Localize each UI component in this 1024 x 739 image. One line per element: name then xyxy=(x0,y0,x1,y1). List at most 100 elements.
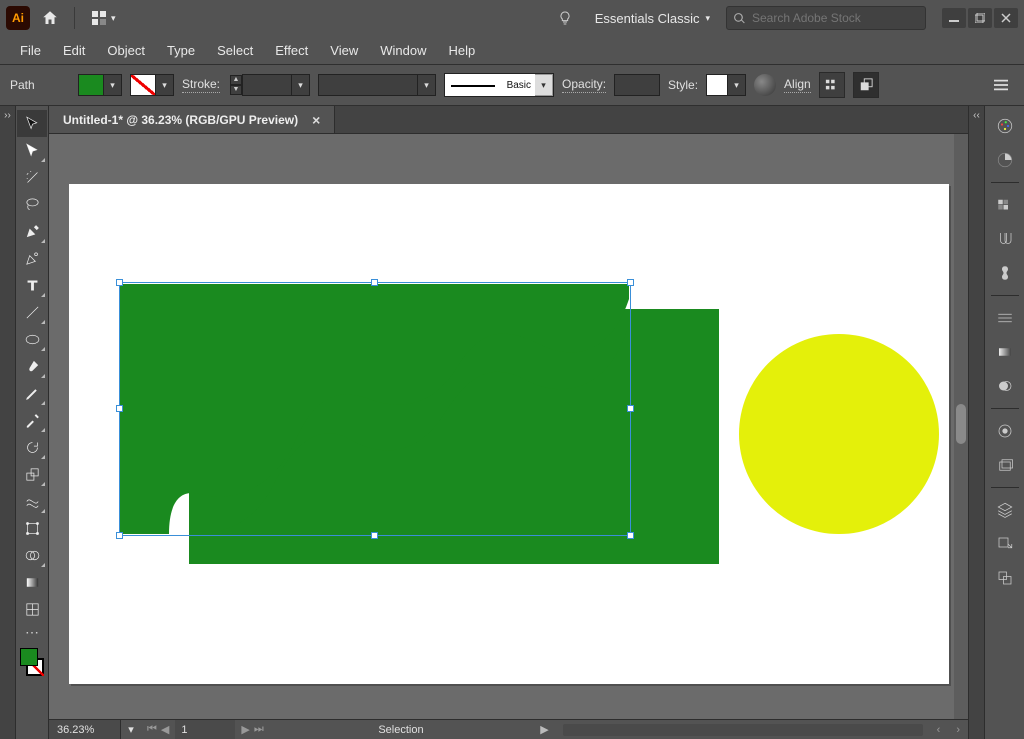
rotate-tool[interactable] xyxy=(17,434,47,461)
close-button[interactable] xyxy=(994,8,1018,28)
curvature-tool[interactable] xyxy=(17,245,47,272)
selection-handle[interactable] xyxy=(116,532,123,539)
left-panel-toggle[interactable]: ›› xyxy=(0,106,16,739)
selection-tool[interactable] xyxy=(17,110,47,137)
fill-indicator[interactable] xyxy=(20,648,38,666)
selection-handle[interactable] xyxy=(371,279,378,286)
menu-effect[interactable]: Effect xyxy=(265,39,318,62)
step-down-icon[interactable]: ▼ xyxy=(230,85,242,95)
selection-bounding-box[interactable] xyxy=(119,282,631,536)
stroke-panel-button[interactable] xyxy=(990,304,1020,332)
free-transform-tool[interactable] xyxy=(17,515,47,542)
asset-export-panel-button[interactable] xyxy=(990,530,1020,558)
zoom-level[interactable]: 36.23% xyxy=(49,720,121,739)
pencil-tool[interactable] xyxy=(17,380,47,407)
search-stock-input[interactable] xyxy=(752,11,919,25)
variable-width-profile[interactable]: ▾ xyxy=(318,74,436,96)
minimize-button[interactable] xyxy=(942,8,966,28)
graphic-style-dropdown[interactable]: ▾ xyxy=(706,74,746,96)
magic-wand-tool[interactable] xyxy=(17,164,47,191)
opacity-label[interactable]: Opacity: xyxy=(562,77,606,93)
menu-select[interactable]: Select xyxy=(207,39,263,62)
workspace-switcher[interactable]: Essentials Classic ▾ xyxy=(585,4,720,32)
warp-tool[interactable] xyxy=(17,488,47,515)
arrange-documents-button[interactable]: ▾ xyxy=(85,4,122,32)
selection-handle[interactable] xyxy=(371,532,378,539)
first-artboard-button[interactable]: ⏮ xyxy=(147,723,157,736)
transparency-panel-button[interactable] xyxy=(990,372,1020,400)
stroke-width-input[interactable] xyxy=(242,74,292,96)
paintbrush-tool[interactable] xyxy=(17,353,47,380)
prev-artboard-button[interactable]: ◀ xyxy=(161,723,169,736)
lasso-tool[interactable] xyxy=(17,191,47,218)
brush-definition-dropdown[interactable]: Basic ▾ xyxy=(444,73,554,97)
menu-window[interactable]: Window xyxy=(370,39,436,62)
menu-help[interactable]: Help xyxy=(438,39,485,62)
align-label[interactable]: Align xyxy=(784,77,811,93)
restore-button[interactable] xyxy=(968,8,992,28)
last-artboard-button[interactable]: ⏭ xyxy=(254,723,264,736)
layers-panel-button[interactable] xyxy=(990,496,1020,524)
gradient-tool[interactable] xyxy=(17,569,47,596)
selection-handle[interactable] xyxy=(627,532,634,539)
menu-type[interactable]: Type xyxy=(157,39,205,62)
tab-close-button[interactable]: × xyxy=(312,112,320,128)
type-tool[interactable] xyxy=(17,272,47,299)
fill-swatch-dropdown[interactable]: ▾ xyxy=(78,74,122,96)
chevron-down-icon[interactable]: ▾ xyxy=(292,74,310,96)
artboard[interactable] xyxy=(69,184,949,684)
zoom-dropdown[interactable]: ▾ xyxy=(121,723,141,736)
scale-tool[interactable] xyxy=(17,461,47,488)
shape-builder-tool[interactable] xyxy=(17,542,47,569)
appearance-panel-button[interactable] xyxy=(990,417,1020,445)
selection-handle[interactable] xyxy=(627,405,634,412)
menu-object[interactable]: Object xyxy=(97,39,155,62)
home-button[interactable] xyxy=(36,4,64,32)
canvas-area[interactable] xyxy=(49,134,968,719)
scroll-right-icon[interactable]: › xyxy=(948,724,968,736)
stroke-label[interactable]: Stroke: xyxy=(182,77,220,93)
direct-selection-tool[interactable] xyxy=(17,137,47,164)
horizontal-scrollbar[interactable] xyxy=(563,724,923,736)
menu-edit[interactable]: Edit xyxy=(53,39,95,62)
graphic-styles-panel-button[interactable] xyxy=(990,451,1020,479)
artboards-panel-button[interactable] xyxy=(990,564,1020,592)
scroll-left-icon[interactable]: ‹ xyxy=(929,724,949,736)
controlbar-menu-button[interactable] xyxy=(988,72,1014,98)
discover-button[interactable] xyxy=(551,4,579,32)
selection-handle[interactable] xyxy=(116,279,123,286)
document-tab[interactable]: Untitled-1* @ 36.23% (RGB/GPU Preview) × xyxy=(49,106,335,133)
search-stock[interactable] xyxy=(726,6,926,30)
ellipse-tool[interactable] xyxy=(17,326,47,353)
menu-file[interactable]: File xyxy=(10,39,51,62)
selection-handle[interactable] xyxy=(627,279,634,286)
swatches-panel-button[interactable] xyxy=(990,191,1020,219)
gradient-panel-button[interactable] xyxy=(990,338,1020,366)
artboard-index[interactable]: 1 xyxy=(175,720,235,739)
stroke-width-steppers[interactable]: ▲ ▼ xyxy=(230,75,242,95)
opacity-dropdown[interactable] xyxy=(614,74,660,96)
pen-tool[interactable] xyxy=(17,218,47,245)
opacity-input[interactable] xyxy=(614,74,660,96)
scrollbar-thumb[interactable] xyxy=(956,404,966,444)
more-tools[interactable]: ⋯ xyxy=(17,623,47,641)
right-panel-toggle[interactable]: ‹‹ xyxy=(968,106,984,739)
yellow-circle[interactable] xyxy=(739,334,939,534)
recolor-artwork-button[interactable] xyxy=(754,74,776,96)
selection-handle[interactable] xyxy=(116,405,123,412)
symbols-panel-button[interactable] xyxy=(990,259,1020,287)
status-play-button[interactable]: ▶ xyxy=(532,723,556,736)
color-guide-panel-button[interactable] xyxy=(990,146,1020,174)
fill-stroke-indicator[interactable] xyxy=(17,645,47,679)
mesh-tool[interactable] xyxy=(17,596,47,623)
align-panel-button[interactable] xyxy=(819,72,845,98)
brushes-panel-button[interactable] xyxy=(990,225,1020,253)
stroke-swatch-dropdown[interactable]: ▾ xyxy=(130,74,174,96)
vertical-scrollbar[interactable] xyxy=(954,134,968,719)
next-artboard-button[interactable]: ▶ xyxy=(241,723,249,736)
line-tool[interactable] xyxy=(17,299,47,326)
color-panel-button[interactable] xyxy=(990,112,1020,140)
menu-view[interactable]: View xyxy=(320,39,368,62)
step-up-icon[interactable]: ▲ xyxy=(230,75,242,85)
eyedropper-tool[interactable] xyxy=(17,407,47,434)
